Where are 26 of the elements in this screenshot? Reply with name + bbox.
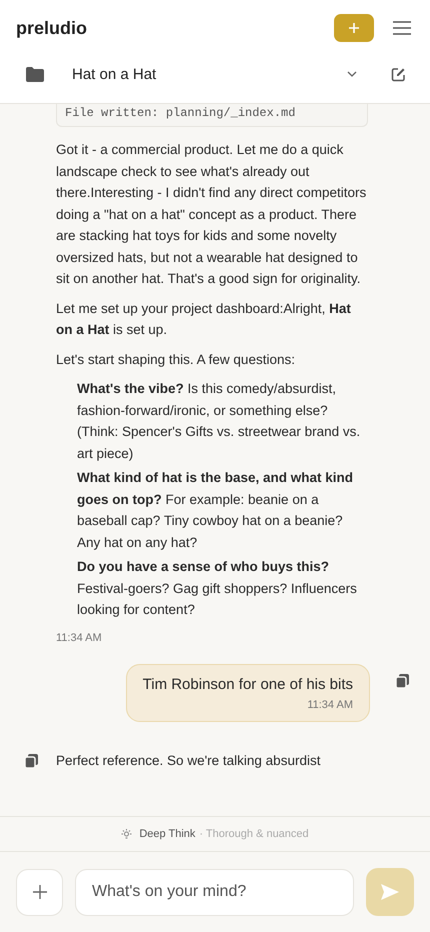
menu-icon[interactable] bbox=[392, 20, 412, 36]
plus-icon bbox=[32, 884, 48, 900]
bulb-icon bbox=[121, 828, 132, 840]
question-item: What's the vibe? Is this comedy/absurdist, fashion-forward/ironic, or something else? (Think: Spencer's Gifts vs. streetwear brand vs. art piece) bbox=[77, 380, 362, 463]
question-item: Do you have a sense of who buys this? Festival-goers? Gag gift shoppers? Influencers looking for content? bbox=[77, 558, 358, 619]
question-item: What kind of hat is the base, and what kind goes on top? For example: beanie on a baseball cap? Tiny cowboy hat on a beanie? Any hat on any hat? bbox=[77, 469, 354, 552]
mode-hint: · Thorough & nuanced bbox=[199, 828, 309, 840]
chevron-down-icon[interactable] bbox=[347, 71, 357, 77]
message-text: Let's start shaping this. A few questions: bbox=[56, 350, 296, 369]
copy-icon[interactable] bbox=[396, 674, 408, 688]
app-logo-text: preludio bbox=[16, 18, 87, 38]
edit-icon[interactable] bbox=[391, 66, 406, 82]
timestamp: 11:34 AM bbox=[307, 698, 353, 710]
folder-icon[interactable] bbox=[26, 66, 44, 82]
copy-icon[interactable] bbox=[24, 754, 38, 768]
project-title[interactable]: Hat on a Hat bbox=[72, 66, 347, 82]
mode-label[interactable]: Deep Think bbox=[139, 828, 196, 840]
message-text: Let me set up your project dashboard:Alright, Hat on a Hat is set up. bbox=[56, 300, 352, 339]
send-icon bbox=[381, 884, 399, 900]
timestamp: 11:34 AM bbox=[56, 632, 103, 644]
tool-output: File written: planning/_index.md bbox=[56, 104, 368, 127]
plus-icon bbox=[348, 22, 360, 34]
message-text: Tim Robinson for one of his bits bbox=[142, 676, 353, 692]
message-input[interactable]: What's on your mind? bbox=[75, 868, 354, 916]
message-text: Got it - a commercial product. Let me do a quick landscape check to see what's already out there.Interesting - I didn't find any direct competitors doing a "hat on a hat" concept as a product. There are stacking hat toys for kids and some novelty oversized hats, but not a wearable hat designed to sit on another hat. That's a good sign for originality. bbox=[56, 141, 368, 288]
message-text: Perfect reference. So we're talking absurdist bbox=[56, 752, 322, 770]
